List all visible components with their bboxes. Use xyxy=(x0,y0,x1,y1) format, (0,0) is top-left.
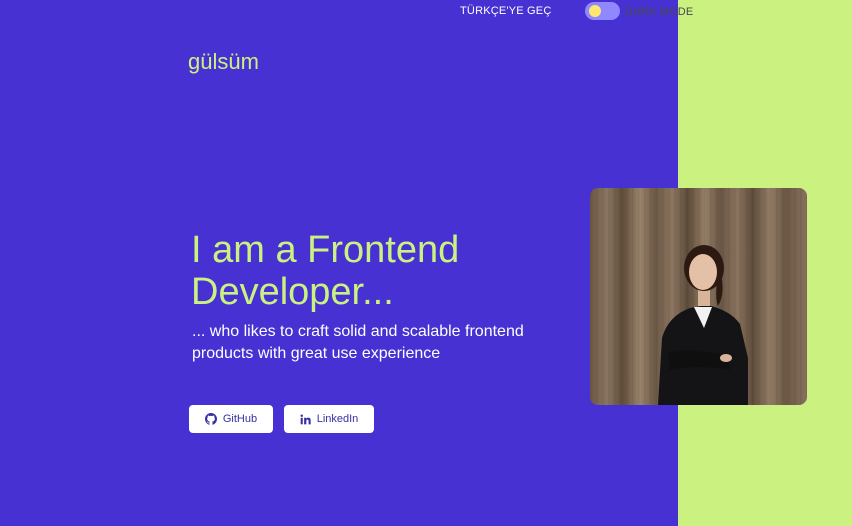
logo: gülsüm xyxy=(188,49,259,74)
github-button[interactable]: GitHub xyxy=(189,405,273,433)
linkedin-button-label: LinkedIn xyxy=(316,413,359,425)
github-button-label: GitHub xyxy=(222,413,258,425)
linkedin-button[interactable]: LinkedIn xyxy=(284,405,374,433)
language-switch-link[interactable]: TÜRKÇE'YE GEÇ xyxy=(460,5,552,17)
linkedin-icon xyxy=(300,413,311,425)
profile-photo xyxy=(590,188,807,405)
github-icon xyxy=(204,413,217,425)
person-figure xyxy=(658,245,748,405)
hero-headline: I am a Frontend Developer... xyxy=(191,229,460,313)
hero-subline: ... who likes to craft solid and scalabl… xyxy=(192,323,524,362)
dark-mode-label: DARK MODE xyxy=(625,6,694,18)
toggle-knob xyxy=(589,5,601,17)
dark-mode-toggle[interactable] xyxy=(585,2,620,20)
